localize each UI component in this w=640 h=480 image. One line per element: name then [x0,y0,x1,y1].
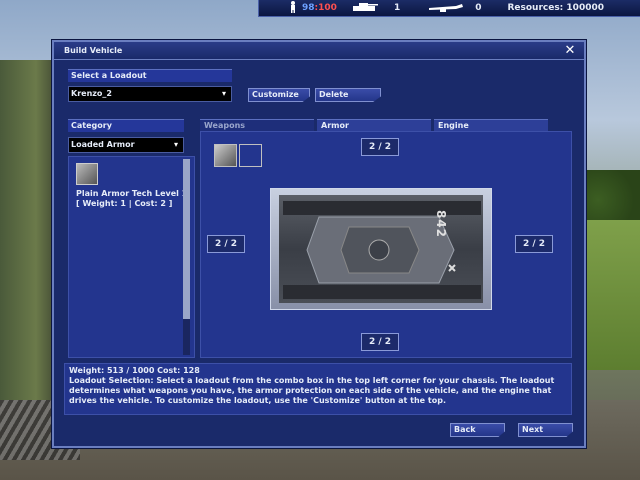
aircraft-icon [428,2,464,15]
armor-item-stats: [ Weight: 1 | Cost: 2 ] [76,199,173,208]
window-titlebar: Build Vehicle ✕ [54,42,584,60]
weapon-slot-2[interactable] [239,144,262,167]
category-select[interactable]: Loaded Armor ▾ [68,137,184,153]
background-cliff [0,60,60,400]
tab-armor[interactable]: Armor [317,119,431,131]
category-list: Plain Armor Tech Level 1 [ Weight: 1 | C… [68,156,195,358]
chevron-down-icon: ▾ [221,89,226,98]
armor-slot-left[interactable]: 2 / 2 [207,235,245,253]
customize-button[interactable]: Customize [248,88,310,102]
tab-engine[interactable]: Engine [434,119,548,131]
armor-slot-top[interactable]: 2 / 2 [361,138,399,156]
loadout-description: Loadout Selection: Select a loadout from… [69,376,555,405]
back-button[interactable]: Back [450,423,505,437]
loadout-select[interactable]: Krenzo_2 ▾ [68,86,232,102]
delete-button[interactable]: Delete [315,88,381,102]
window-title: Build Vehicle [64,46,123,55]
category-scrollbar[interactable] [183,159,190,355]
health-readout: 98:100 [289,0,337,16]
tank-count: 1 [393,3,401,13]
build-vehicle-window: Build Vehicle ✕ Select a Loadout Krenzo_… [52,40,586,448]
loadout-selected: Krenzo_2 [71,89,112,98]
armor-item-icon[interactable] [76,163,98,185]
health-current: 98 [302,3,315,13]
aircraft-readout: 0 [428,2,481,15]
vehicle-preview: 842 [270,188,492,310]
info-panel: Weight: 513 / 1000 Cost: 128 Loadout Sel… [64,363,572,415]
chevron-down-icon: ▾ [173,140,178,149]
top-hud: 98:100 1 0 Resources: 100000 [258,0,640,17]
vehicle-number: 842 [433,209,448,239]
aircraft-count: 0 [475,3,482,13]
scrollbar-thumb[interactable] [183,159,190,319]
tank-icon [351,2,379,15]
weapon-slot-1[interactable] [214,144,237,167]
close-icon[interactable]: ✕ [562,44,578,58]
tab-weapons[interactable]: Weapons [200,119,314,131]
tank-readout: 1 [351,2,400,15]
vehicle-image: 842 [279,195,483,303]
list-item[interactable]: Plain Armor Tech Level 1 [ Weight: 1 | C… [76,189,187,209]
category-selected: Loaded Armor [71,140,135,149]
person-icon [289,0,297,16]
category-label: Category [68,119,184,132]
health-max: 100 [318,3,337,13]
loadout-stats: Weight: 513 / 1000 Cost: 128 [69,366,200,375]
armor-item-name: Plain Armor Tech Level 1 [76,189,188,198]
armor-slot-right[interactable]: 2 / 2 [515,235,553,253]
next-button[interactable]: Next [518,423,573,437]
resources-readout: Resources: 100000 [507,3,604,13]
loadout-label: Select a Loadout [68,69,232,82]
armor-slot-bottom[interactable]: 2 / 2 [361,333,399,351]
